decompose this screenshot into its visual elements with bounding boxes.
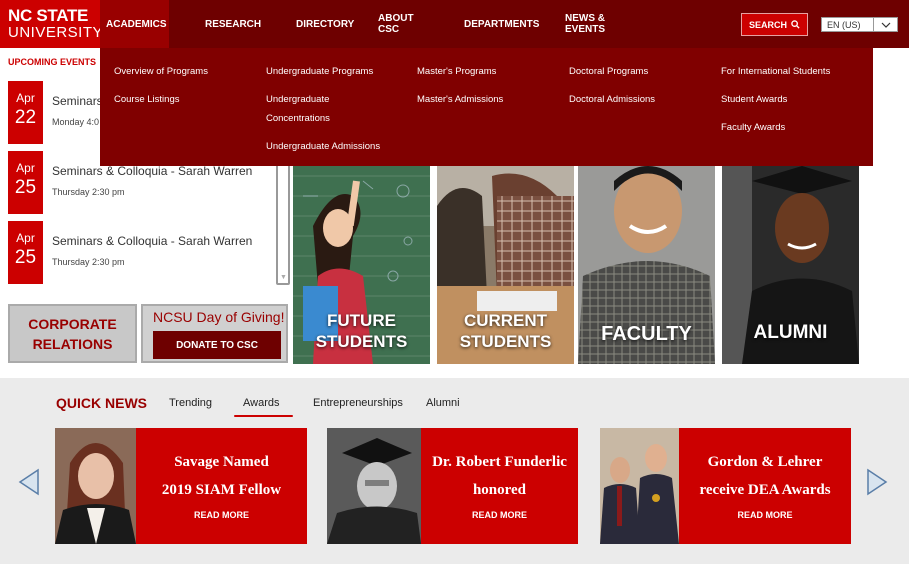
nav-research[interactable]: RESEARCH — [169, 0, 263, 48]
menu-doctoral-programs[interactable]: Doctoral Programs — [569, 62, 655, 81]
event-date: Apr 22 — [8, 81, 43, 144]
news-photo — [600, 428, 679, 544]
event-title[interactable]: Seminars & Colloquia - Sarah Warren — [52, 164, 252, 178]
news-panel: Dr. Robert Funderlic honored READ MORE — [421, 428, 578, 544]
nav-academics[interactable]: ACADEMICS — [100, 0, 169, 48]
menu-undergraduate-programs[interactable]: Undergraduate Programs — [266, 62, 391, 81]
nav-departments[interactable]: DEPARTMENTS — [435, 0, 539, 48]
event-title[interactable]: Seminars & Colloquia - Sarah Warren — [52, 234, 252, 248]
event-time: Thursday 2:30 pm — [52, 187, 125, 197]
quick-news-title: QUICK NEWS — [56, 395, 147, 411]
day-of-giving-box: NCSU Day of Giving! DONATE TO CSC — [141, 304, 288, 363]
future-line-2: STUDENTS — [315, 332, 408, 351]
events-scrollbar[interactable]: ▼ — [276, 160, 290, 285]
event-month: Apr — [16, 161, 35, 175]
news-headline: Gordon & Lehrer receive DEA Awards — [699, 454, 831, 498]
tab-trending[interactable]: Trending — [169, 397, 212, 409]
news-photo — [55, 428, 136, 544]
faculty-label: FACULTY — [601, 323, 692, 345]
current-line-1: CURRENT — [463, 311, 548, 330]
news-card[interactable]: Savage Named 2019 SIAM Fellow READ MORE — [55, 428, 307, 544]
carousel-prev-icon[interactable] — [18, 468, 40, 496]
tile-current-students[interactable]: CURRENT STUDENTS — [437, 166, 574, 364]
news-card[interactable]: Dr. Robert Funderlic honored READ MORE — [327, 428, 578, 544]
language-select[interactable]: EN (US) — [821, 17, 898, 32]
carousel-next-icon[interactable] — [866, 468, 888, 496]
chevron-down-icon — [873, 18, 897, 31]
news-headline: Savage Named 2019 SIAM Fellow — [161, 454, 282, 498]
nav-directory[interactable]: DIRECTORY — [263, 0, 354, 48]
read-more-link[interactable]: READ MORE — [421, 510, 578, 520]
read-more-link[interactable]: READ MORE — [679, 510, 851, 520]
donate-button[interactable]: DONATE TO CSC — [153, 331, 281, 359]
event-month: Apr — [16, 91, 35, 105]
logo-line-2: UNIVERSITY — [8, 24, 104, 41]
menu-faculty-awards[interactable]: Faculty Awards — [721, 118, 830, 137]
tile-alumni[interactable]: ALUMNI — [722, 166, 859, 364]
corporate-relations-button[interactable]: CORPORATE RELATIONS — [8, 304, 137, 363]
tab-alumni[interactable]: Alumni — [426, 397, 460, 409]
event-date: Apr 25 — [8, 151, 43, 214]
scroll-down-icon: ▼ — [280, 274, 287, 281]
alumni-label: ALUMNI — [753, 322, 828, 343]
menu-undergraduate-concentrations[interactable]: Undergraduate Concentrations — [266, 90, 391, 128]
news-panel: Gordon & Lehrer receive DEA Awards READ … — [679, 428, 851, 544]
event-date: Apr 25 — [8, 221, 43, 284]
search-button[interactable]: SEARCH — [741, 13, 808, 36]
read-more-link[interactable]: READ MORE — [136, 510, 307, 520]
active-tab-indicator — [234, 415, 293, 417]
academics-mega-menu: Overview of Programs Course Listings Und… — [100, 48, 873, 166]
giving-title: NCSU Day of Giving! — [153, 309, 285, 325]
menu-masters-programs[interactable]: Master's Programs — [417, 62, 503, 81]
menu-international-students[interactable]: For International Students — [721, 62, 830, 81]
news-photo — [327, 428, 421, 544]
event-day: 25 — [14, 247, 37, 268]
search-icon — [791, 20, 800, 29]
menu-student-awards[interactable]: Student Awards — [721, 90, 830, 109]
search-label: SEARCH — [748, 19, 787, 30]
nav-about-csc[interactable]: ABOUT CSC — [349, 0, 435, 48]
main-nav: ACADEMICS RESEARCH DIRECTORY ABOUT CSC D… — [100, 0, 646, 48]
ncstate-logo[interactable]: NC STATE UNIVERSITY — [0, 0, 104, 48]
menu-doctoral-admissions[interactable]: Doctoral Admissions — [569, 90, 655, 109]
language-value: EN (US) — [827, 19, 861, 30]
menu-course-listings[interactable]: Course Listings — [114, 90, 208, 109]
tile-future-students[interactable]: FUTURE STUDENTS — [293, 166, 430, 364]
corporate-line-2: RELATIONS — [32, 336, 113, 352]
current-line-2: STUDENTS — [459, 332, 552, 351]
event-time: Thursday 2:30 pm — [52, 257, 125, 267]
news-card[interactable]: Gordon & Lehrer receive DEA Awards READ … — [600, 428, 851, 544]
menu-overview-of-programs[interactable]: Overview of Programs — [114, 62, 208, 81]
nav-news-events[interactable]: NEWS & EVENTS — [536, 0, 646, 48]
event-month: Apr — [16, 231, 35, 245]
event-day: 22 — [14, 107, 37, 128]
news-panel: Savage Named 2019 SIAM Fellow READ MORE — [136, 428, 307, 544]
menu-masters-admissions[interactable]: Master's Admissions — [417, 90, 503, 109]
corporate-line-1: CORPORATE — [28, 316, 117, 332]
event-time: Monday 4:0 — [52, 117, 100, 127]
upcoming-events-title: UPCOMING EVENTS — [8, 57, 97, 67]
tab-entrepreneurships[interactable]: Entrepreneurships — [313, 397, 403, 409]
tab-awards[interactable]: Awards — [243, 397, 279, 409]
event-title[interactable]: Seminars — [52, 94, 103, 108]
event-item[interactable]: Apr 25 Seminars & Colloquia - Sarah Warr… — [8, 221, 288, 285]
event-day: 25 — [14, 177, 37, 198]
tile-faculty[interactable]: FACULTY — [578, 166, 715, 364]
future-line-1: FUTURE — [327, 311, 396, 330]
logo-line-1: NC STATE — [8, 6, 89, 25]
menu-undergraduate-admissions[interactable]: Undergraduate Admissions — [266, 137, 391, 156]
news-headline: Dr. Robert Funderlic honored — [432, 454, 567, 498]
